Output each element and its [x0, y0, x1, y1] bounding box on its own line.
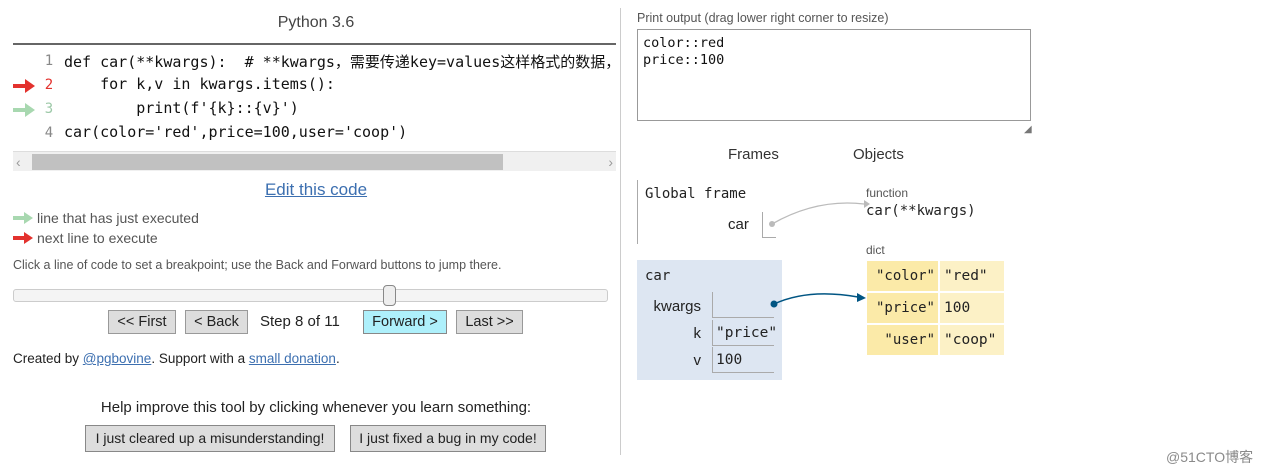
- pointer-arrows: [769, 200, 870, 308]
- kwargs-pointer-head: [857, 293, 866, 302]
- watermark: @51CTO博客: [1166, 449, 1254, 465]
- car-pointer-dot: [769, 221, 775, 227]
- car-function-pointer: [771, 202, 865, 225]
- car-pointer-head: [864, 200, 870, 208]
- kwargs-pointer-dot: [770, 300, 778, 308]
- kwargs-dict-pointer: [773, 293, 859, 305]
